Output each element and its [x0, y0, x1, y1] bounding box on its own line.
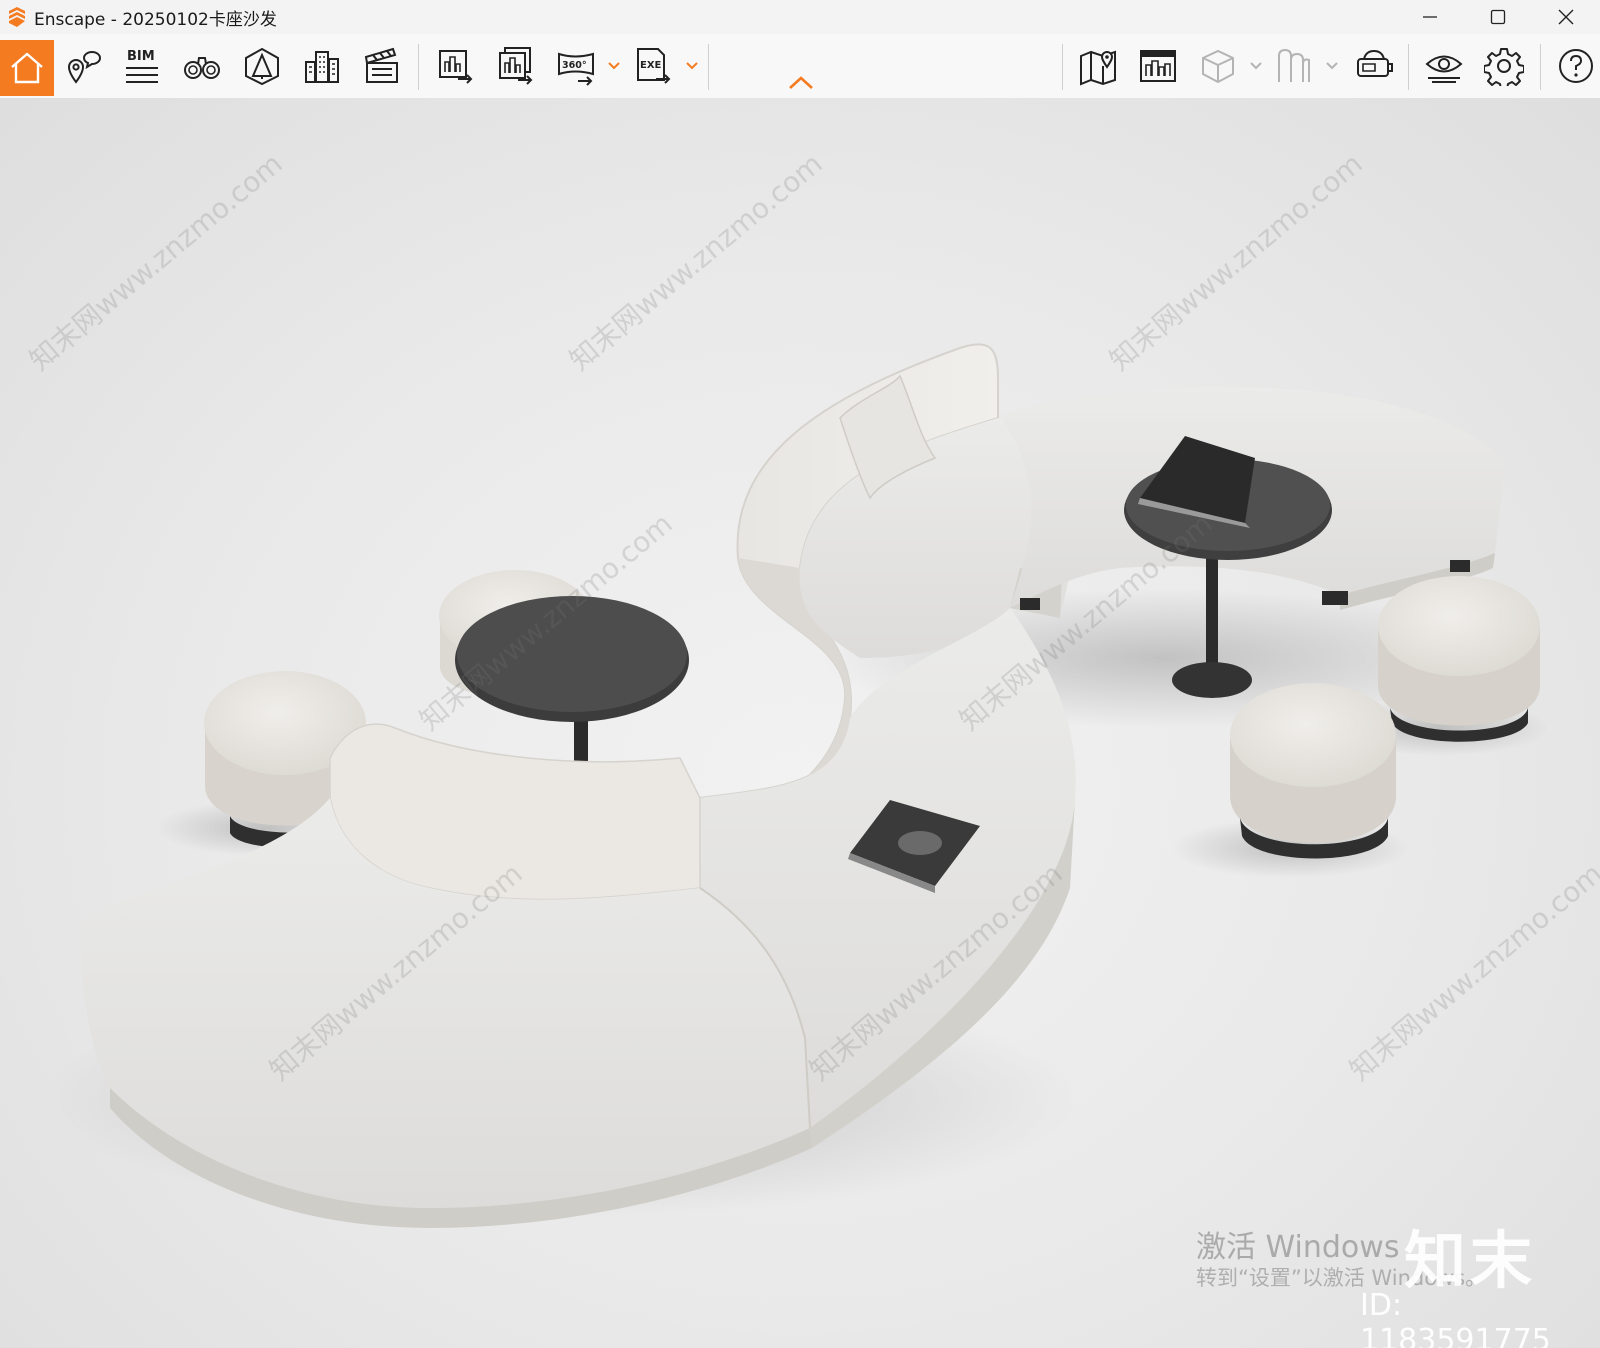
maximize-button[interactable] [1464, 0, 1532, 34]
render-viewport[interactable]: 知末网www.znzmo.com 知末网www.znzmo.com 知末网www… [0, 98, 1600, 1348]
vr-headset-icon [1357, 49, 1393, 77]
eye-icon [1425, 55, 1463, 83]
chevron-down-icon[interactable] [684, 58, 700, 74]
collapse-toolbar-icon[interactable] [788, 74, 814, 92]
toolbar-separator [1408, 44, 1409, 90]
minimize-button[interactable] [1396, 0, 1464, 34]
vr-button[interactable] [1352, 44, 1396, 88]
binoculars-icon [184, 57, 220, 79]
export-360-label: 360° [562, 60, 587, 71]
buildings-icon [305, 51, 339, 83]
toolbar-separator [1062, 44, 1063, 90]
export-360-icon: 360° [558, 52, 594, 86]
chevron-down-icon[interactable] [1324, 58, 1340, 74]
asset-library-icon [1140, 50, 1176, 82]
main-toolbar: BIM 360° EXE [0, 34, 1600, 99]
home-button[interactable] [0, 40, 54, 96]
asset-library-button[interactable] [1136, 44, 1180, 88]
box-view-button[interactable] [1196, 44, 1240, 88]
export-image-button[interactable] [434, 44, 478, 88]
lift-button[interactable] [240, 44, 284, 88]
clapperboard-icon [364, 47, 398, 83]
map-pin-icon [1080, 50, 1116, 86]
help-icon [1559, 49, 1593, 83]
window-controls [1396, 0, 1600, 34]
video-editor-button[interactable] [360, 44, 404, 88]
enscape-logo-icon [9, 7, 25, 27]
gear-icon [1484, 48, 1524, 86]
settings-button[interactable] [1482, 44, 1526, 88]
export-360-button[interactable]: 360° [554, 44, 598, 88]
toolbar-separator [418, 44, 419, 90]
bim-label: BIM [127, 49, 155, 64]
bim-icon: BIM [126, 49, 158, 83]
close-icon [1558, 9, 1574, 25]
window-title: Enscape - 20250102卡座沙发 [34, 9, 277, 30]
close-button[interactable] [1532, 0, 1600, 34]
sections-button[interactable] [1272, 44, 1316, 88]
visual-settings-button[interactable] [1422, 44, 1466, 88]
map-button[interactable] [1076, 44, 1120, 88]
windows-activation-title: 激活 Windows [1196, 1230, 1400, 1265]
buildings-button[interactable] [300, 44, 344, 88]
views-button[interactable] [62, 44, 106, 88]
home-icon [11, 52, 43, 84]
export-image-icon [439, 50, 473, 84]
title-bar: Enscape - 20250102卡座沙发 [0, 0, 1600, 34]
sofa-scene-render [40, 343, 1550, 1228]
chevron-down-icon[interactable] [606, 58, 622, 74]
export-exe-icon: EXE [637, 48, 671, 84]
minimize-icon [1423, 16, 1437, 18]
bim-button[interactable]: BIM [120, 44, 164, 88]
pyramid-icon [245, 47, 279, 86]
export-exe-label: EXE [640, 60, 662, 71]
batch-export-button[interactable] [494, 44, 538, 88]
image-id-label: ID: 1183591775 [1360, 1288, 1551, 1348]
binoculars-button[interactable] [180, 44, 224, 88]
maximize-icon [1490, 9, 1506, 25]
box-icon [1202, 49, 1234, 84]
location-pin-bubble-icon [67, 51, 101, 84]
export-exe-button[interactable]: EXE [632, 44, 676, 88]
toolbar-separator [1540, 44, 1541, 90]
toolbar-separator [708, 44, 709, 90]
chevron-down-icon[interactable] [1248, 58, 1264, 74]
help-button[interactable] [1554, 44, 1598, 88]
batch-export-icon [499, 47, 533, 85]
brand-logo: 知末 [1404, 1224, 1537, 1297]
section-planes-icon [1278, 48, 1310, 82]
